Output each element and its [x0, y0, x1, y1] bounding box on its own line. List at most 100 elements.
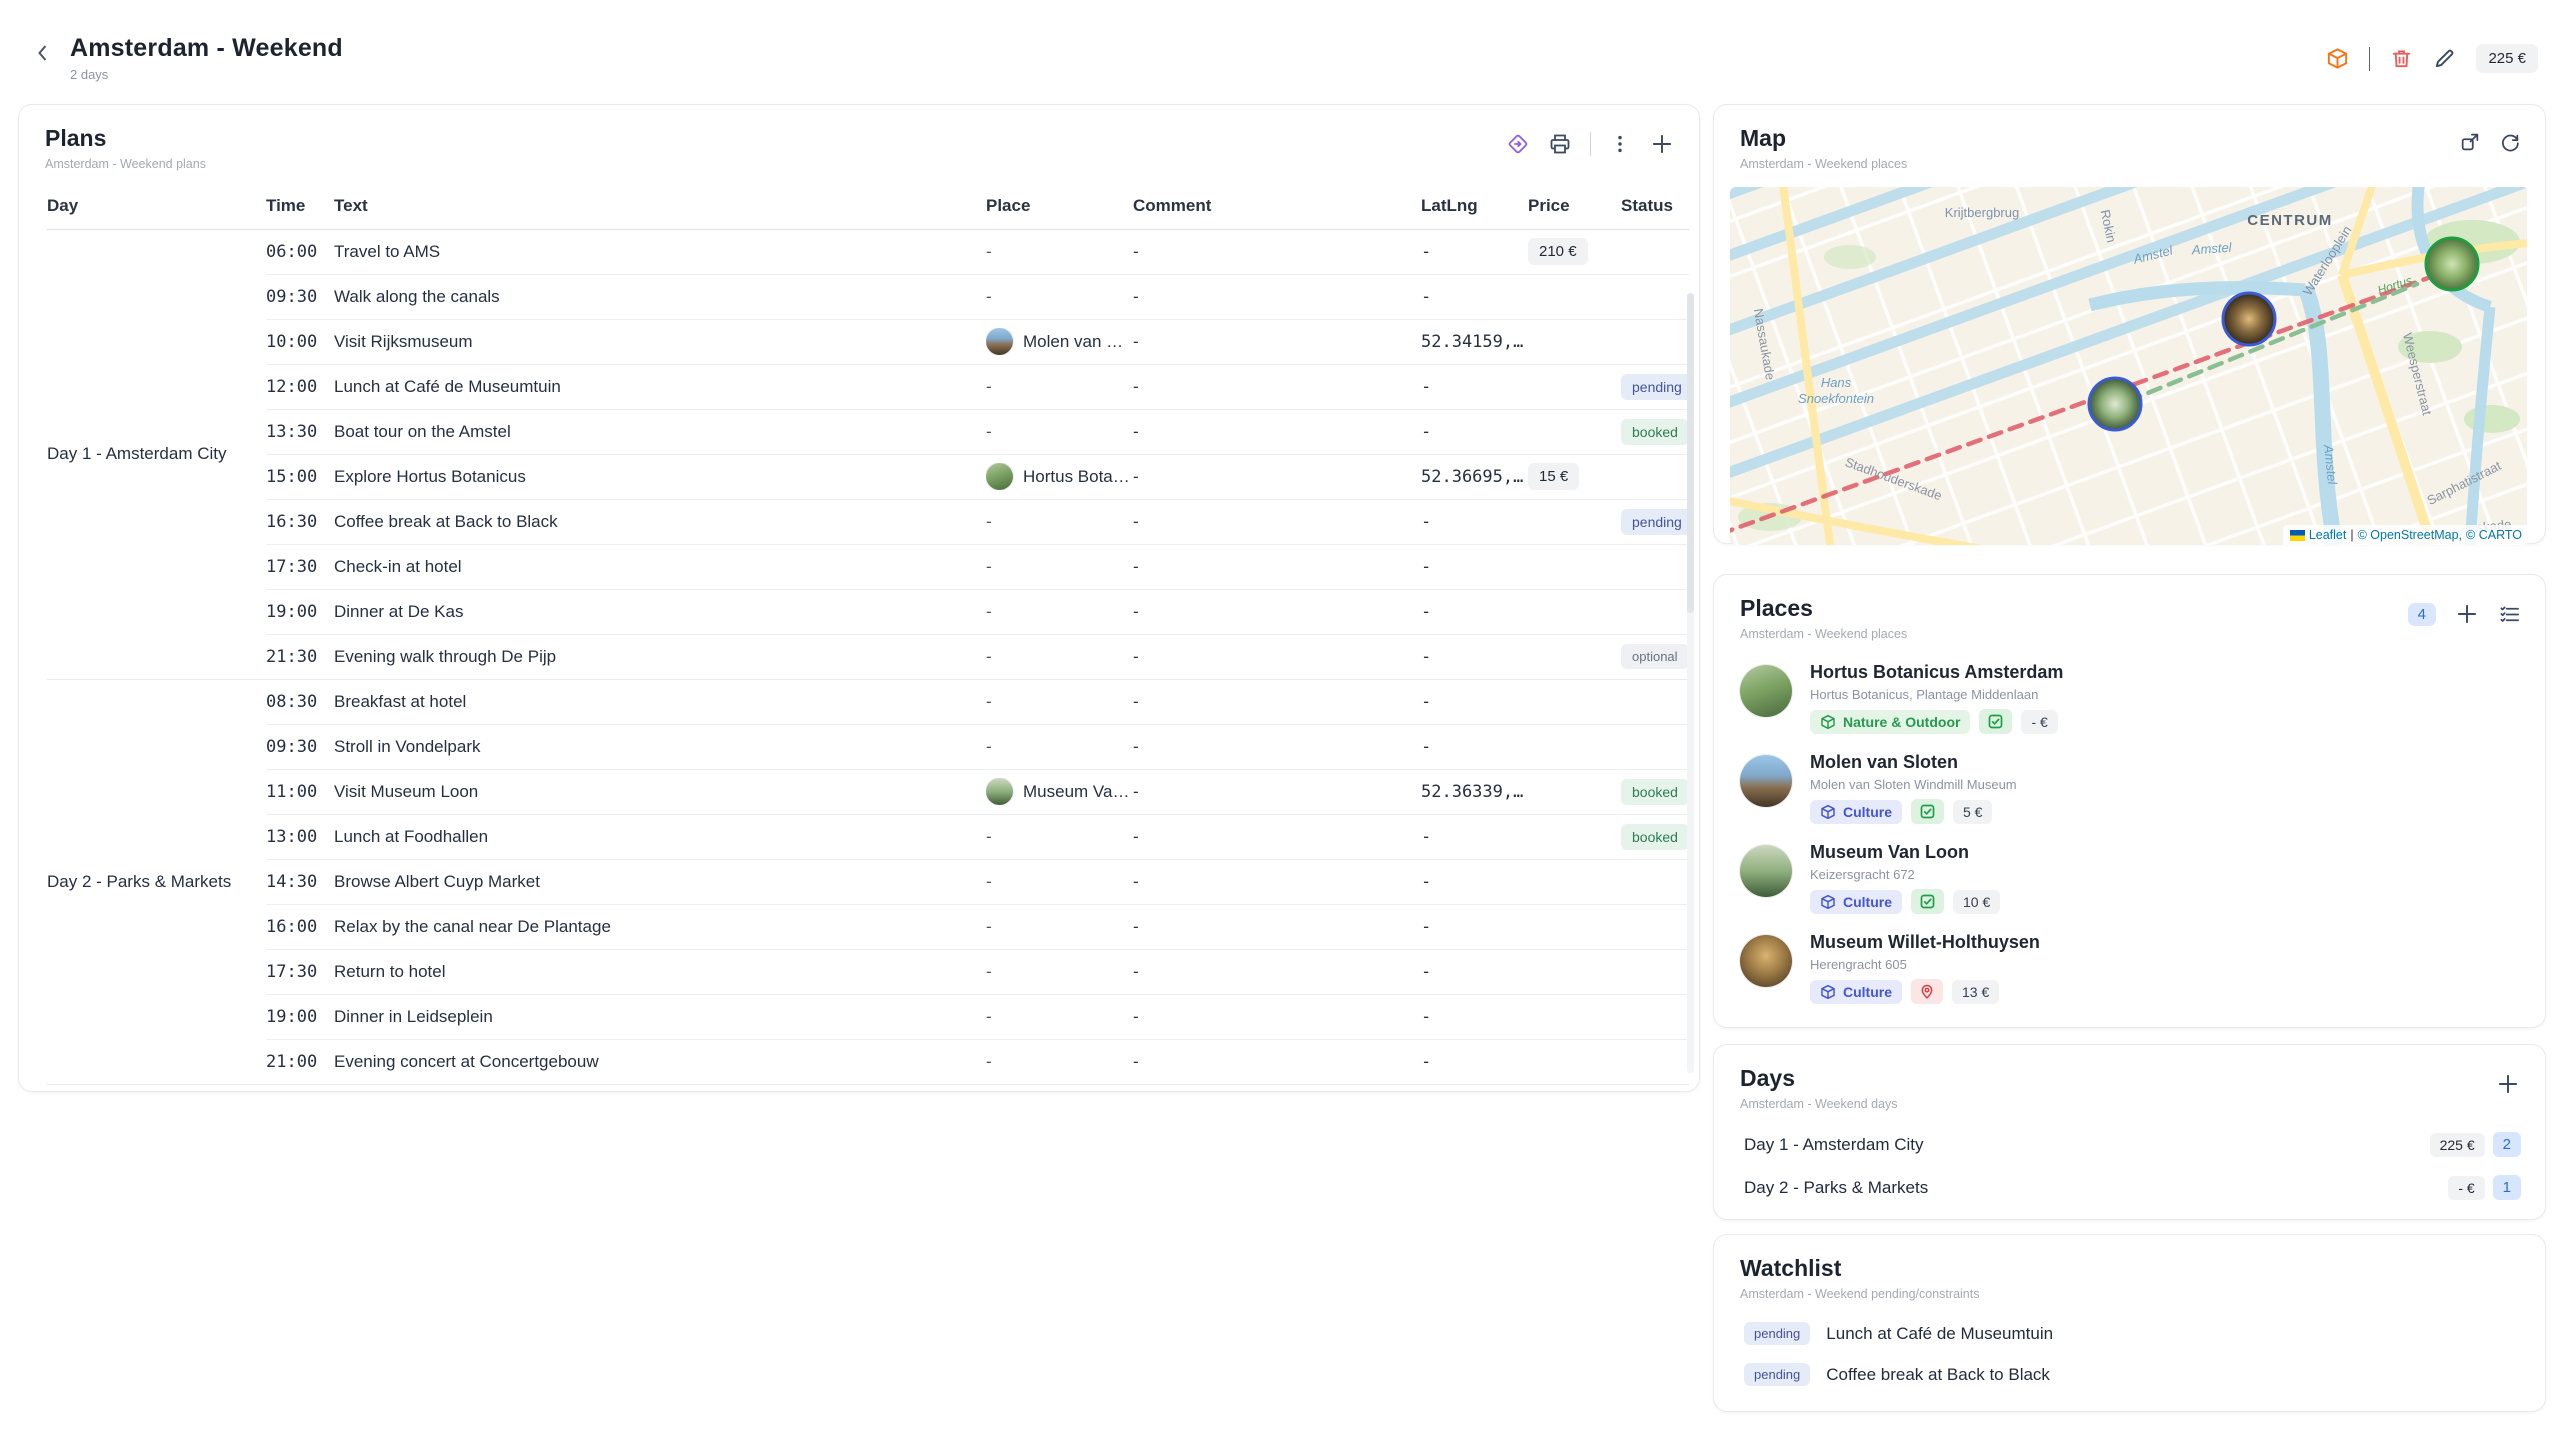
places-count-badge: 4 [2408, 603, 2436, 626]
visited-check-tag [1979, 709, 2012, 734]
plan-row[interactable]: 15:00Explore Hortus BotanicusHortus Bota… [47, 454, 1689, 499]
trash-icon [2390, 47, 2413, 70]
place-name: Museum Va… [1023, 782, 1129, 802]
edit-trip-button[interactable] [2433, 47, 2456, 70]
check-square-icon [1919, 893, 1936, 910]
marker-hortus[interactable] [2426, 238, 2478, 290]
plan-row[interactable]: 17:30Return to hotel--- [47, 949, 1689, 994]
place-list-item[interactable]: Museum Willet-HolthuysenHerengracht 605 … [1714, 923, 2545, 1013]
check-square-icon [1987, 713, 2004, 730]
plan-comment: - [1133, 634, 1421, 679]
plan-comment: - [1133, 274, 1421, 319]
plans-scrollbar-thumb[interactable] [1687, 293, 1694, 613]
place-name: Museum Willet-Holthuysen [1810, 932, 2040, 953]
plan-row[interactable]: Day 2 - Parks & Markets08:30Breakfast at… [47, 679, 1689, 724]
plan-place: - [986, 814, 1133, 859]
map-expand-button[interactable] [2459, 131, 2481, 153]
day-price-badge: - € [2448, 1176, 2484, 1200]
plus-icon [1649, 131, 1675, 157]
plan-text: Explore Hortus Botanicus [334, 454, 986, 499]
cube-icon [1820, 984, 1836, 1000]
places-list-view-button[interactable] [2498, 603, 2521, 626]
plan-price: 15 € [1528, 454, 1621, 499]
plan-time: 10:00 [266, 319, 334, 364]
plan-price [1528, 949, 1621, 994]
plan-row[interactable]: 16:30Coffee break at Back to Black---pen… [47, 499, 1689, 544]
delete-trip-button[interactable] [2390, 47, 2413, 70]
watchlist-item[interactable]: pendingCoffee break at Back to Black [1714, 1354, 2545, 1395]
plan-price [1528, 724, 1621, 769]
place-list-item[interactable]: Molen van SlotenMolen van Sloten Windmil… [1714, 743, 2545, 833]
plan-time: 11:00 [266, 769, 334, 814]
plan-text: Evening concert at Concertgebouw [334, 1039, 986, 1084]
plan-row[interactable]: 13:00Lunch at Foodhallen---booked [47, 814, 1689, 859]
plan-comment: - [1133, 229, 1421, 274]
plan-row[interactable]: 14:30Browse Albert Cuyp Market--- [47, 859, 1689, 904]
back-button[interactable] [30, 40, 56, 66]
map-canvas[interactable]: KrijtbergbrugRokinAmstelAmstelCENTRUMWat… [1730, 187, 2529, 545]
watchlist-item[interactable]: pendingLunch at Café de Museumtuin [1714, 1313, 2545, 1354]
marker-willet[interactable] [2223, 293, 2275, 345]
plan-status: booked [1621, 769, 1689, 814]
header-divider [2369, 47, 2370, 71]
place-avatar [986, 778, 1013, 805]
add-place-button[interactable] [2454, 601, 2480, 627]
plans-menu-button[interactable] [1609, 133, 1631, 155]
plan-row[interactable]: 17:30Check-in at hotel--- [47, 544, 1689, 589]
plan-row[interactable]: Day 1 - Amsterdam City06:00Travel to AMS… [47, 229, 1689, 274]
plan-text: Evening walk through De Pijp [334, 634, 986, 679]
map-panel: Map Amsterdam - Weekend places [1713, 104, 2546, 544]
plan-row[interactable]: 09:30Stroll in Vondelpark--- [47, 724, 1689, 769]
export-button[interactable] [2326, 47, 2349, 70]
place-name: Hortus Botanicus Amsterdam [1810, 662, 2063, 683]
day-list-item[interactable]: Day 1 - Amsterdam City225 €2 [1714, 1123, 2545, 1166]
plan-status [1621, 1039, 1689, 1084]
map-refresh-button[interactable] [2499, 131, 2521, 153]
plan-row[interactable]: 11:00Visit Museum LoonMuseum Va…-52.3633… [47, 769, 1689, 814]
plan-row[interactable]: 16:00Relax by the canal near De Plantage… [47, 904, 1689, 949]
route-optimize-button[interactable] [1506, 132, 1530, 156]
plan-row[interactable]: 09:30Walk along the canals--- [47, 274, 1689, 319]
plan-row[interactable]: 13:30Boat tour on the Amstel---booked [47, 409, 1689, 454]
watchlist-text: Coffee break at Back to Black [1826, 1365, 2050, 1385]
openstreetmap-link[interactable]: © OpenStreetMap, [2358, 528, 2462, 542]
marker-vanloon[interactable] [2089, 378, 2141, 430]
plan-price [1528, 409, 1621, 454]
plan-latlng: - [1421, 994, 1528, 1039]
place-avatar [986, 463, 1013, 490]
add-day-button[interactable] [2495, 1071, 2521, 1097]
plan-row[interactable]: 19:00Dinner at De Kas--- [47, 589, 1689, 634]
page-title: Amsterdam - Weekend [70, 34, 343, 63]
plus-icon [2454, 601, 2480, 627]
plan-text: Dinner at De Kas [334, 589, 986, 634]
plan-row[interactable]: 21:00Evening concert at Concertgebouw--- [47, 1039, 1689, 1084]
category-tag: Nature & Outdoor [1810, 710, 1970, 734]
plan-row[interactable]: 19:00Dinner in Leidseplein--- [47, 994, 1689, 1039]
plan-status: booked [1621, 409, 1689, 454]
column-header-status: Status [1621, 183, 1689, 229]
category-tag: Culture [1810, 800, 1902, 824]
plan-comment: - [1133, 544, 1421, 589]
map-image: KrijtbergbrugRokinAmstelAmstelCENTRUMWat… [1730, 187, 2527, 545]
place-price-badge: 13 € [1952, 980, 1999, 1004]
status-badge: optional [1621, 644, 1689, 669]
add-plan-button[interactable] [1649, 131, 1675, 157]
place-address: Hortus Botanicus, Plantage Middenlaan [1810, 687, 2063, 702]
checklist-icon [2498, 603, 2521, 626]
leaflet-link[interactable]: Leaflet [2309, 528, 2347, 542]
place-price-badge: 10 € [1953, 890, 2000, 914]
plan-price [1528, 994, 1621, 1039]
day-list-item[interactable]: Day 2 - Parks & Markets- €1 [1714, 1166, 2545, 1209]
plan-row[interactable]: 21:30Evening walk through De Pijp---opti… [47, 634, 1689, 679]
plan-comment: - [1133, 904, 1421, 949]
print-button[interactable] [1548, 132, 1572, 156]
place-list-item[interactable]: Hortus Botanicus Amsterdam Hortus Botanic… [1714, 653, 2545, 743]
plan-price [1528, 499, 1621, 544]
carto-link[interactable]: © CARTO [2466, 528, 2522, 542]
plan-row[interactable]: 10:00Visit RijksmuseumMolen van …-52.341… [47, 319, 1689, 364]
plan-latlng: - [1421, 634, 1528, 679]
place-list-item[interactable]: Museum Van LoonKeizersgracht 672 Culture… [1714, 833, 2545, 923]
day-name: Day 2 - Parks & Markets [1744, 1178, 1928, 1198]
plan-row[interactable]: 12:00Lunch at Café de Museumtuin---pendi… [47, 364, 1689, 409]
status-badge: pending [1621, 509, 1693, 535]
